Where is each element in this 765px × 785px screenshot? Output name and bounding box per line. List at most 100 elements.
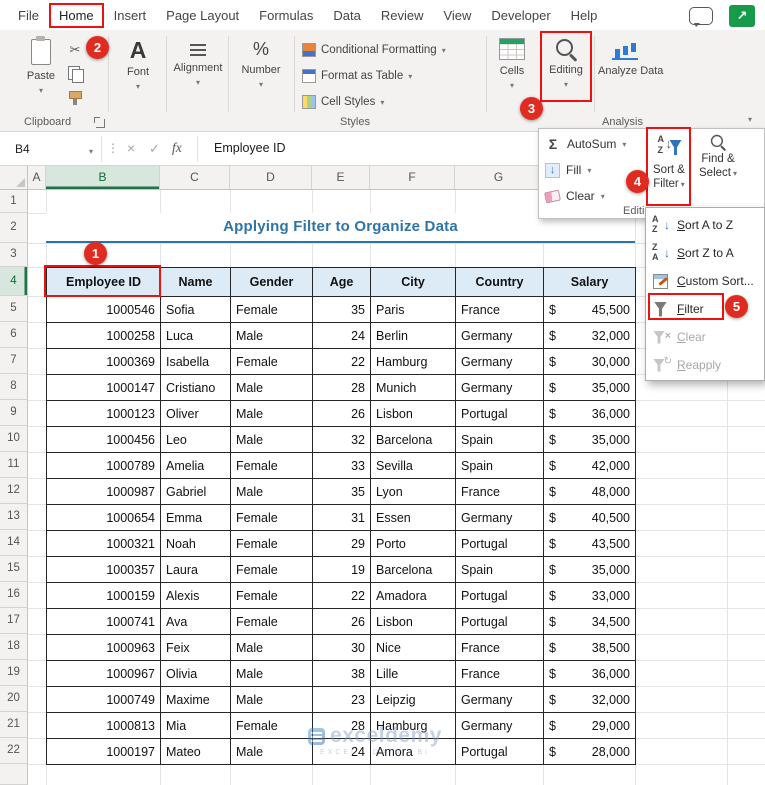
styles-item-format-as-table[interactable]: Format as Table xyxy=(302,63,484,89)
cell-city[interactable]: Hamburg xyxy=(371,713,456,739)
cell-city[interactable]: Lille xyxy=(371,661,456,687)
cell-age[interactable]: 35 xyxy=(313,297,371,323)
cell-name[interactable]: Cristiano xyxy=(161,375,231,401)
cell-country[interactable]: France xyxy=(456,635,544,661)
header-employee-id[interactable]: Employee ID xyxy=(47,268,161,297)
cell-country[interactable]: Germany xyxy=(456,375,544,401)
cell-salary[interactable]: $33,000 xyxy=(544,583,636,609)
cell-id[interactable]: 1000369 xyxy=(47,349,161,375)
header-country[interactable]: Country xyxy=(456,268,544,297)
cell-id[interactable]: 1000197 xyxy=(47,739,161,765)
cell-country[interactable]: Portugal xyxy=(456,401,544,427)
menu-tab-help[interactable]: Help xyxy=(561,3,608,28)
cell-id[interactable]: 1000456 xyxy=(47,427,161,453)
header-gender[interactable]: Gender xyxy=(231,268,313,297)
row-header-5[interactable]: 5 xyxy=(0,296,28,322)
cell-gender[interactable]: Female xyxy=(231,349,313,375)
cell-name[interactable]: Alexis xyxy=(161,583,231,609)
cell-id[interactable]: 1000813 xyxy=(47,713,161,739)
row-header-15[interactable]: 15 xyxy=(0,556,28,582)
header-name[interactable]: Name xyxy=(161,268,231,297)
row-header-11[interactable]: 11 xyxy=(0,452,28,478)
cell-gender[interactable]: Male xyxy=(231,375,313,401)
cell-city[interactable]: Barcelona xyxy=(371,427,456,453)
header-age[interactable]: Age xyxy=(313,268,371,297)
row-header-17[interactable]: 17 xyxy=(0,608,28,634)
paste-button[interactable]: Paste xyxy=(20,36,62,96)
cell-country[interactable]: Spain xyxy=(456,557,544,583)
cell-city[interactable]: Sevilla xyxy=(371,453,456,479)
comments-icon[interactable] xyxy=(689,7,713,27)
cell-salary[interactable]: $43,500 xyxy=(544,531,636,557)
number-group-button[interactable]: % Number xyxy=(232,36,290,90)
cell-salary[interactable]: $36,000 xyxy=(544,401,636,427)
cells-group-button[interactable]: Cells xyxy=(490,36,534,91)
cell-age[interactable]: 35 xyxy=(313,479,371,505)
cell-age[interactable]: 24 xyxy=(313,739,371,765)
cell-id[interactable]: 1000789 xyxy=(47,453,161,479)
menu-tab-file[interactable]: File xyxy=(8,3,49,28)
cell-country[interactable]: Germany xyxy=(456,349,544,375)
cell-salary[interactable]: $30,000 xyxy=(544,349,636,375)
cell-gender[interactable]: Female xyxy=(231,713,313,739)
row-header-3[interactable]: 3 xyxy=(0,243,28,267)
row-header-18[interactable]: 18 xyxy=(0,634,28,660)
cell-name[interactable]: Amelia xyxy=(161,453,231,479)
cell-salary[interactable]: $38,500 xyxy=(544,635,636,661)
share-button[interactable]: ↗ xyxy=(729,5,755,27)
find-select-button[interactable]: Find & Select xyxy=(694,131,742,207)
cell-city[interactable]: Porto xyxy=(371,531,456,557)
cell-age[interactable]: 26 xyxy=(313,609,371,635)
editing-group-button[interactable]: Editing xyxy=(544,36,588,90)
cell-age[interactable]: 29 xyxy=(313,531,371,557)
row-header-7[interactable]: 7 xyxy=(0,348,28,374)
clear-button[interactable]: Clear xyxy=(544,184,605,208)
cell-salary[interactable]: $28,000 xyxy=(544,739,636,765)
cancel-icon[interactable]: × xyxy=(127,140,135,156)
cell-age[interactable]: 22 xyxy=(313,349,371,375)
cell-city[interactable]: Leipzig xyxy=(371,687,456,713)
cell-name[interactable]: Emma xyxy=(161,505,231,531)
column-header-a[interactable]: A xyxy=(28,166,46,189)
cell-id[interactable]: 1000749 xyxy=(47,687,161,713)
cell-age[interactable]: 33 xyxy=(313,453,371,479)
cell-id[interactable]: 1000654 xyxy=(47,505,161,531)
cell-city[interactable]: Lyon xyxy=(371,479,456,505)
cell-name[interactable]: Oliver xyxy=(161,401,231,427)
cell-salary[interactable]: $29,000 xyxy=(544,713,636,739)
row-header-8[interactable]: 8 xyxy=(0,374,28,400)
cell-salary[interactable]: $35,000 xyxy=(544,427,636,453)
drag-handle-icon[interactable]: ⋮ xyxy=(107,141,119,155)
row-header-22[interactable]: 22 xyxy=(0,738,28,764)
cell-country[interactable]: France xyxy=(456,297,544,323)
row-header-10[interactable]: 10 xyxy=(0,426,28,452)
cell-age[interactable]: 23 xyxy=(313,687,371,713)
cell-gender[interactable]: Female xyxy=(231,297,313,323)
cell-gender[interactable]: Male xyxy=(231,661,313,687)
insert-function-icon[interactable]: fx xyxy=(172,140,182,156)
cell-gender[interactable]: Male xyxy=(231,479,313,505)
cell-city[interactable]: Berlin xyxy=(371,323,456,349)
cell-country[interactable]: Portugal xyxy=(456,583,544,609)
cell-gender[interactable]: Female xyxy=(231,453,313,479)
cell-country[interactable]: France xyxy=(456,479,544,505)
cell-country[interactable]: Spain xyxy=(456,453,544,479)
row-header-20[interactable]: 20 xyxy=(0,686,28,712)
cell-country[interactable]: Portugal xyxy=(456,739,544,765)
cell-salary[interactable]: $35,000 xyxy=(544,557,636,583)
column-header-g[interactable]: G xyxy=(455,166,543,189)
name-box[interactable]: B4 xyxy=(6,137,98,161)
cell-gender[interactable]: Male xyxy=(231,401,313,427)
column-header-d[interactable]: D xyxy=(230,166,312,189)
column-header-e[interactable]: E xyxy=(312,166,370,189)
cell-name[interactable]: Olivia xyxy=(161,661,231,687)
cell-name[interactable]: Leo xyxy=(161,427,231,453)
column-header-f[interactable]: F xyxy=(370,166,455,189)
cell-country[interactable]: Germany xyxy=(456,713,544,739)
row-header-21[interactable]: 21 xyxy=(0,712,28,738)
cell-age[interactable]: 24 xyxy=(313,323,371,349)
menu-tab-insert[interactable]: Insert xyxy=(104,3,157,28)
row-header-6[interactable]: 6 xyxy=(0,322,28,348)
cell-name[interactable]: Sofia xyxy=(161,297,231,323)
cell-city[interactable]: Munich xyxy=(371,375,456,401)
